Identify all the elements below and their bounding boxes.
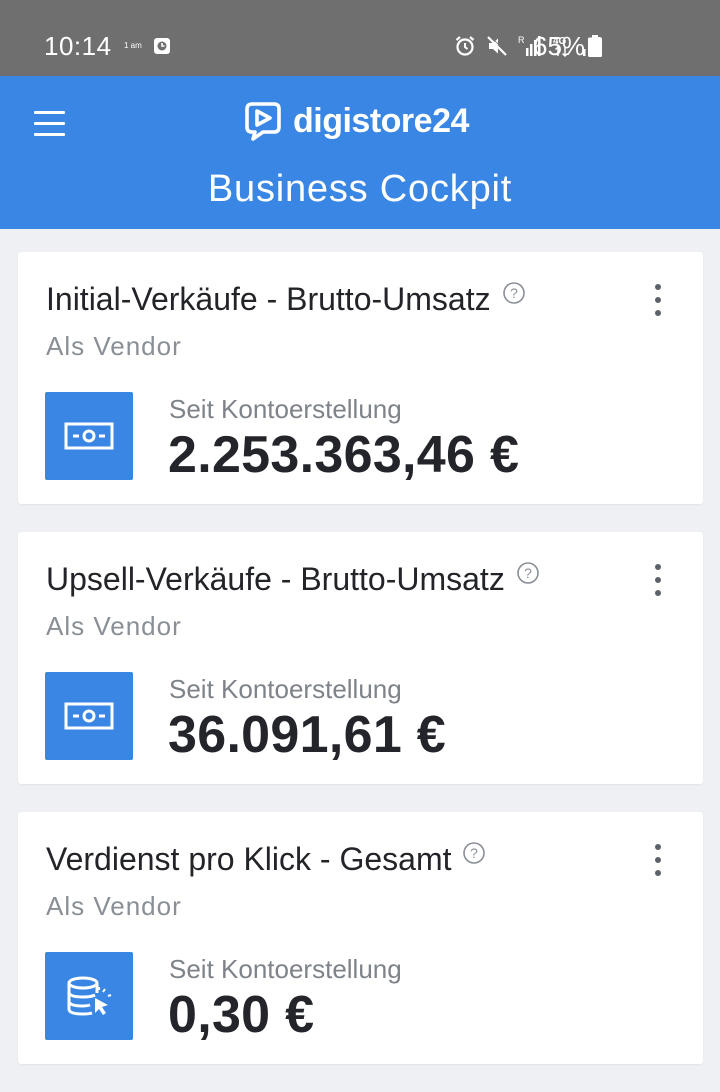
card-label: Seit Kontoerstellung	[169, 954, 402, 984]
card-initial-sales[interactable]: Initial-Verkäufe - Brutto-Umsatz ? Als V…	[18, 252, 703, 504]
brand-name: digistore24	[293, 102, 469, 140]
svg-text:?: ?	[524, 565, 532, 581]
page-title: Business Cockpit	[207, 168, 513, 210]
alarm-icon	[455, 36, 475, 56]
digistore-logo-icon	[245, 102, 281, 141]
cash-icon	[45, 392, 133, 480]
more-options-icon[interactable]	[653, 844, 663, 876]
more-options-icon[interactable]	[653, 284, 663, 316]
card-subtitle: Als Vendor	[46, 611, 182, 641]
card-title: Initial-Verkäufe - Brutto-Umsatz	[46, 281, 491, 317]
help-icon[interactable]: ?	[516, 561, 540, 585]
more-options-icon[interactable]	[653, 564, 663, 596]
status-ampm: 1 am	[124, 41, 142, 50]
mute-icon	[487, 35, 508, 56]
card-value: 0,30 €	[168, 986, 315, 1044]
svg-text:?: ?	[510, 285, 518, 301]
card-upsell-sales[interactable]: Upsell-Verkäufe - Brutto-Umsatz ? Als Ve…	[18, 532, 703, 784]
help-icon[interactable]: ?	[462, 841, 486, 865]
status-time: 10:14	[44, 31, 112, 61]
card-value: 36.091,61 €	[168, 706, 447, 764]
svg-text:R: R	[518, 35, 525, 45]
card-value: 2.253.363,46 €	[168, 426, 520, 484]
card-title: Verdienst pro Klick - Gesamt	[46, 841, 452, 877]
app-header: digistore24 Business Cockpit	[0, 76, 720, 229]
screenshot-icon	[154, 38, 170, 54]
card-subtitle: Als Vendor	[46, 891, 182, 921]
card-label: Seit Kontoerstellung	[169, 394, 402, 424]
card-subtitle: Als Vendor	[46, 331, 182, 361]
brand-logo: digistore24	[241, 97, 469, 145]
battery-icon	[588, 35, 602, 57]
card-earnings-per-click[interactable]: Verdienst pro Klick - Gesamt ? Als Vendo…	[18, 812, 703, 1064]
database-click-icon	[45, 952, 133, 1040]
card-title: Upsell-Verkäufe - Brutto-Umsatz	[46, 561, 505, 597]
svg-text:?: ?	[471, 845, 479, 861]
battery-percentage: 65%	[533, 31, 586, 61]
status-bar: 10:14 1 am R 4G 65%	[0, 0, 720, 76]
menu-button[interactable]	[28, 104, 72, 144]
card-label: Seit Kontoerstellung	[169, 674, 402, 704]
cash-icon	[45, 672, 133, 760]
help-icon[interactable]: ?	[502, 281, 526, 305]
